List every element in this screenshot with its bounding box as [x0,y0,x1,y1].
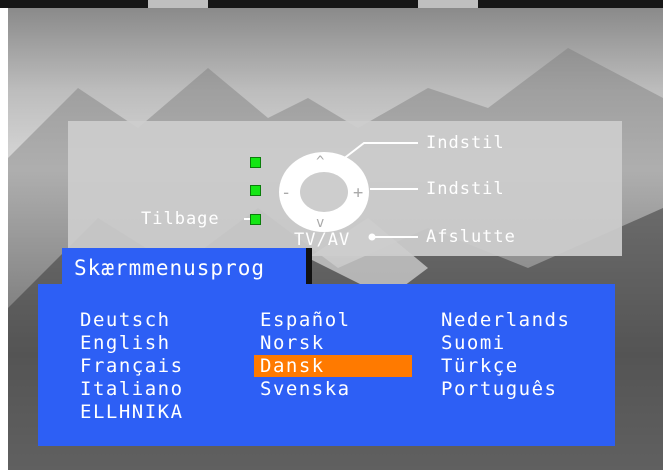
top-border [0,0,663,8]
language-option[interactable]: Norsk [260,332,325,354]
back-label: Tilbage [141,209,220,229]
language-option[interactable]: Español [260,309,351,331]
language-option[interactable]: Suomi [441,332,506,354]
top-border-gap [148,0,208,8]
exit-label: Afslutte [426,227,516,247]
language-option[interactable]: Nederlands [441,309,570,331]
tvav-label: TV/AV [294,230,351,250]
ok-label: Indstil [426,133,505,153]
language-option-selected[interactable]: Dansk [254,355,412,377]
language-option[interactable]: Türkçe [441,355,519,377]
language-option[interactable]: Deutsch [80,309,171,331]
language-option[interactable]: Svenska [260,378,351,400]
plus-function-label: Indstil [426,179,505,199]
remote-help-panel: ^ v - + Indstil Indstil Afslutte Tilbage… [68,121,622,256]
language-option[interactable]: ELLHNIKA [80,401,184,423]
language-option[interactable]: Français [80,355,184,377]
language-option[interactable]: Português [441,378,557,400]
page-title: Skærmmenusprog [74,256,266,280]
top-border-gap [418,0,478,8]
language-list-panel: Deutsch English Français Italiano ELLHNIKA Es… [38,284,615,446]
language-option[interactable]: Italiano [80,378,184,400]
language-option[interactable]: English [80,332,171,354]
